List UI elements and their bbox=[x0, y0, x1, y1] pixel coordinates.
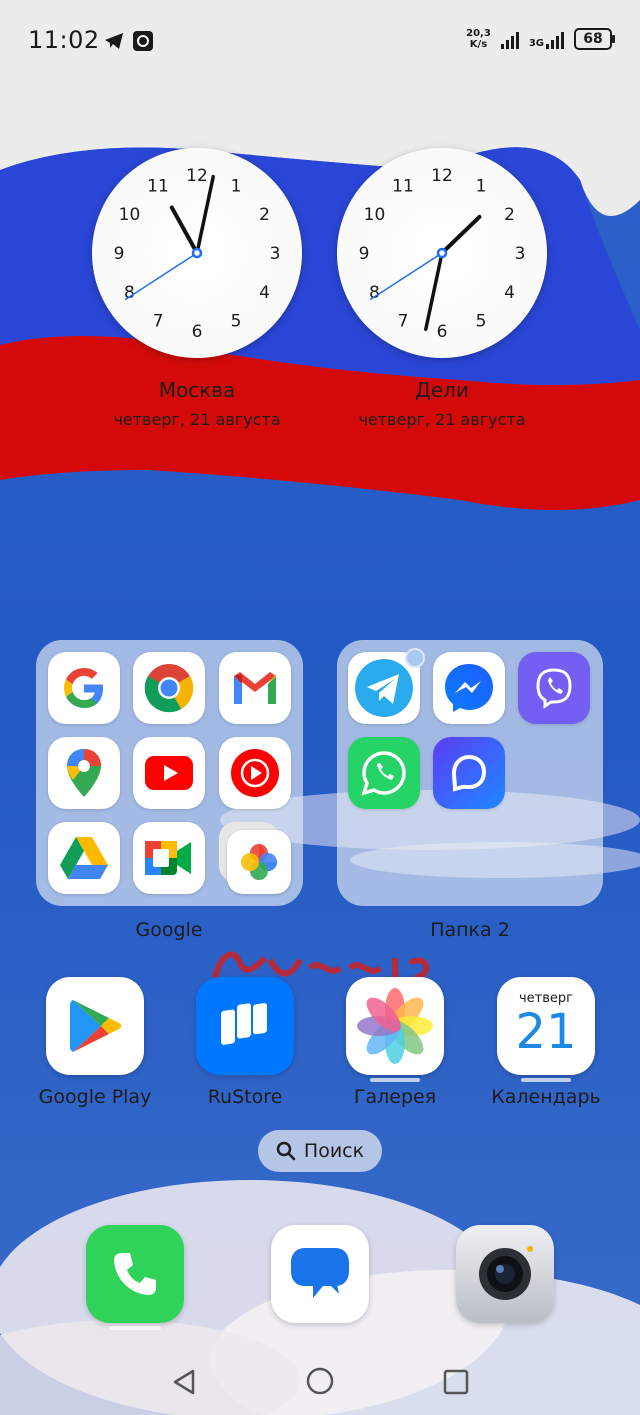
photos-icon[interactable] bbox=[227, 830, 291, 894]
google-icon[interactable] bbox=[48, 652, 120, 724]
viber-icon[interactable] bbox=[518, 652, 590, 724]
clock-numeral: 10 bbox=[119, 205, 141, 225]
clock-numeral: 2 bbox=[259, 205, 270, 225]
drive-icon[interactable] bbox=[48, 822, 120, 894]
max-icon[interactable] bbox=[433, 737, 505, 809]
second-hand bbox=[124, 252, 198, 301]
status-time: 11:02 bbox=[28, 26, 100, 54]
gmail-icon[interactable] bbox=[219, 652, 291, 724]
youtube-icon[interactable] bbox=[133, 737, 205, 809]
search-icon bbox=[276, 1141, 296, 1161]
google-play-app[interactable] bbox=[46, 977, 144, 1075]
app-label: Google Play bbox=[38, 1086, 152, 1108]
signal-3g-icon: 3G bbox=[529, 29, 564, 49]
clock-numeral: 9 bbox=[114, 244, 125, 264]
app-label: RuStore bbox=[207, 1086, 283, 1108]
hour-hand bbox=[169, 205, 199, 255]
clock-numeral: 12 bbox=[431, 166, 453, 186]
second-hand bbox=[369, 252, 443, 301]
phone-app[interactable] bbox=[86, 1225, 184, 1323]
clock-numeral: 5 bbox=[231, 312, 242, 332]
clock-date-label: четверг, 21 августа bbox=[358, 410, 526, 429]
screenshot-notification-icon bbox=[132, 30, 154, 56]
search-button[interactable]: Поиск bbox=[258, 1130, 382, 1172]
calendar-app[interactable]: четверг 21 bbox=[497, 977, 595, 1075]
clock-numeral: 6 bbox=[192, 322, 203, 342]
clock-numeral: 2 bbox=[504, 205, 515, 225]
clock-numeral: 3 bbox=[270, 244, 281, 264]
home-button[interactable] bbox=[306, 1367, 334, 1399]
youtube-music-icon[interactable] bbox=[219, 737, 291, 809]
telegram-badge bbox=[405, 648, 425, 668]
app-label: Календарь bbox=[491, 1086, 601, 1108]
search-label: Поиск bbox=[303, 1140, 365, 1162]
meet-icon[interactable] bbox=[133, 822, 205, 894]
clock-numeral: 12 bbox=[186, 166, 208, 186]
photos-stack-icon[interactable] bbox=[219, 822, 291, 894]
hour-hand bbox=[440, 214, 482, 255]
clock-numeral: 3 bbox=[515, 244, 526, 264]
clock-center bbox=[436, 247, 448, 259]
clock-city-label: Дели bbox=[415, 378, 469, 402]
clock-numeral: 4 bbox=[504, 283, 515, 303]
clock-moscow[interactable]: 1 2 3 4 5 6 7 8 9 10 11 12 bbox=[92, 148, 302, 358]
gallery-app[interactable] bbox=[346, 977, 444, 1075]
running-indicator bbox=[109, 1326, 161, 1330]
camera-app[interactable] bbox=[456, 1225, 554, 1323]
minute-hand bbox=[195, 174, 215, 255]
clock-city-label: Москва bbox=[158, 378, 236, 402]
running-indicator bbox=[370, 1078, 420, 1082]
rustore-app[interactable] bbox=[196, 977, 294, 1075]
camera-icon bbox=[479, 1246, 533, 1300]
whatsapp-icon[interactable] bbox=[348, 737, 420, 809]
clock-numeral: 1 bbox=[476, 176, 487, 196]
clock-numeral: 10 bbox=[364, 205, 386, 225]
messenger-icon[interactable] bbox=[433, 652, 505, 724]
clock-center bbox=[191, 247, 203, 259]
back-icon bbox=[173, 1369, 195, 1395]
maps-icon[interactable] bbox=[48, 737, 120, 809]
clock-numeral: 11 bbox=[392, 176, 414, 196]
home-icon bbox=[306, 1367, 334, 1395]
clock-delhi[interactable]: 1 2 3 4 5 6 7 8 9 10 11 12 bbox=[337, 148, 547, 358]
clock-numeral: 1 bbox=[231, 176, 242, 196]
google-folder[interactable] bbox=[36, 640, 303, 906]
clock-numeral: 7 bbox=[398, 312, 409, 332]
running-indicator bbox=[521, 1078, 571, 1082]
messages-icon bbox=[291, 1248, 349, 1298]
messages-app[interactable] bbox=[271, 1225, 369, 1323]
app-label: Галерея bbox=[353, 1086, 437, 1108]
calendar-day: 21 bbox=[515, 1003, 577, 1060]
telegram-notification-icon bbox=[104, 32, 124, 54]
back-button[interactable] bbox=[172, 1369, 196, 1399]
signal-icon bbox=[500, 29, 519, 49]
folder-2[interactable] bbox=[337, 640, 603, 906]
clock-numeral: 7 bbox=[153, 312, 164, 332]
chrome-icon[interactable] bbox=[133, 652, 205, 724]
clock-numeral: 4 bbox=[259, 283, 270, 303]
recents-button[interactable] bbox=[443, 1369, 469, 1399]
clock-numeral: 11 bbox=[147, 176, 169, 196]
minute-hand bbox=[424, 251, 444, 332]
clock-numeral: 9 bbox=[359, 244, 370, 264]
clock-numeral: 5 bbox=[476, 312, 487, 332]
phone-icon bbox=[114, 1253, 156, 1295]
clock-numeral: 6 bbox=[437, 322, 448, 342]
status-bar: 11:02 20,3 K/s 3G 68 bbox=[0, 0, 640, 80]
battery-icon: 68 bbox=[574, 28, 615, 50]
recents-icon bbox=[443, 1369, 469, 1395]
clock-date-label: четверг, 21 августа bbox=[113, 410, 281, 429]
network-speed: 20,3 K/s bbox=[466, 28, 491, 50]
